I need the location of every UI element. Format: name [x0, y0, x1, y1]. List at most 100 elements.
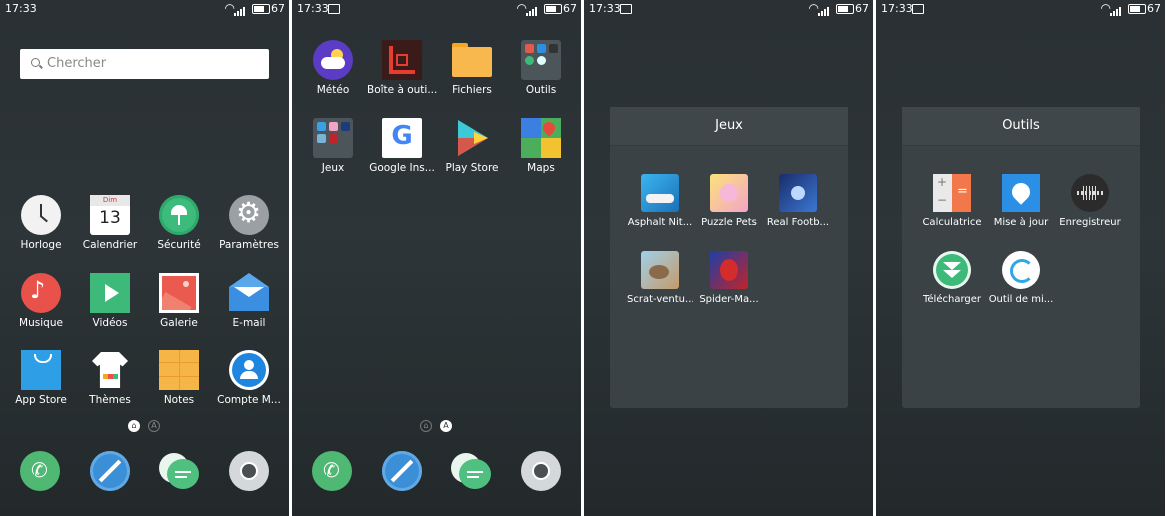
app-label: Jeux [321, 162, 345, 174]
app-fichiers[interactable]: Fichiers [437, 40, 507, 96]
gallery-icon [159, 273, 199, 313]
phone-icon[interactable]: ✆ [20, 451, 60, 491]
app-notes[interactable]: Notes [144, 350, 214, 406]
app-label: Thèmes [89, 394, 131, 406]
app-videos[interactable]: Vidéos [75, 273, 145, 329]
app-label: Calculatrice [922, 217, 982, 228]
search-bar[interactable]: Chercher [20, 49, 269, 79]
folder-title[interactable]: Jeux [610, 107, 848, 146]
folder-popup: Jeux Asphalt Nit... Puzzle Pets Real Foo… [610, 107, 848, 408]
migration-tool-icon [1002, 251, 1040, 289]
app-scrat[interactable]: Scrat-ventu... [627, 251, 693, 305]
camera-icon[interactable] [229, 451, 269, 491]
app-label: Paramètres [219, 239, 279, 251]
signal-icon [818, 3, 830, 16]
folder-preview-icon [313, 118, 353, 158]
app-spider-man[interactable]: Spider-Ma... [696, 251, 762, 305]
app-label: Sécurité [157, 239, 201, 251]
outils-folder-panel: 17:33 ◠ 67 Outils + − = Calculatrice Mis… [876, 0, 1165, 516]
app-label: Play Store [445, 162, 499, 174]
app-galerie[interactable]: Galerie [144, 273, 214, 329]
status-time: 17:33 [5, 2, 37, 15]
music-icon: ♪ [21, 273, 61, 313]
app-label: Enregistreur [1059, 217, 1121, 228]
battery-percent: 67 [271, 2, 285, 15]
app-label: Vidéos [92, 317, 128, 329]
status-bar: 17:33 ◠ 67 [0, 0, 289, 18]
app-calendrier[interactable]: Dim 13 Calendrier [75, 195, 145, 251]
battery-icon [544, 4, 562, 14]
app-real-football[interactable]: Real Footb... [765, 174, 831, 228]
app-outil-de-migration[interactable]: Outil de mi... [988, 251, 1054, 305]
signal-icon [234, 3, 246, 16]
status-bar: 17:33 ◠ 67 [876, 0, 1165, 18]
app-google-installer[interactable]: G Google Ins... [367, 118, 437, 174]
app-horloge[interactable]: Horloge [6, 195, 76, 251]
apps-screen-panel: 17:33 ◠ 67 Météo Boîte à outi... Fichier… [292, 0, 581, 516]
app-app-store[interactable]: App Store [6, 350, 76, 406]
app-label: E-mail [232, 317, 266, 329]
phone-icon[interactable]: ✆ [312, 451, 352, 491]
app-mise-a-jour[interactable]: Mise à jour [988, 174, 1054, 228]
update-icon [1002, 174, 1040, 212]
chat-icon[interactable] [159, 451, 199, 491]
app-boite-a-outils[interactable]: Boîte à outi... [367, 40, 437, 96]
app-musique[interactable]: ♪ Musique [6, 273, 76, 329]
app-enregistreur[interactable]: Enregistreur [1057, 174, 1123, 228]
app-asphalt[interactable]: Asphalt Nit... [627, 174, 693, 228]
app-label: Météo [316, 84, 350, 96]
image-notification-icon [620, 4, 632, 14]
racing-game-icon [641, 174, 679, 212]
battery-icon [1128, 4, 1146, 14]
home-screen-panel: 17:33 ◠ 67 Chercher Horloge Dim 13 Calen… [0, 0, 289, 516]
calendar-day: Dim [90, 195, 130, 206]
app-label: Real Footb... [766, 217, 830, 228]
apps-page-indicator[interactable]: A [440, 420, 452, 432]
compass-icon[interactable] [90, 451, 130, 491]
folder-outils[interactable]: Outils [506, 40, 576, 96]
app-meteo[interactable]: Météo [298, 40, 368, 96]
account-icon [229, 350, 269, 390]
signal-icon [526, 3, 538, 16]
battery-percent: 67 [855, 2, 869, 15]
camera-icon[interactable] [521, 451, 561, 491]
shopping-bag-icon [21, 350, 61, 390]
status-time: 17:33 [297, 2, 329, 15]
app-compte[interactable]: Compte M... [214, 350, 284, 406]
app-label: Notes [163, 394, 195, 406]
google-icon: G [382, 118, 422, 158]
notes-icon [159, 350, 199, 390]
signal-icon [1110, 3, 1122, 16]
folder-popup: Outils + − = Calculatrice Mise à jour En… [902, 107, 1140, 408]
folder-title[interactable]: Outils [902, 107, 1140, 146]
weather-icon [313, 40, 353, 80]
home-page-indicator[interactable]: ⌂ [420, 420, 432, 432]
app-play-store[interactable]: Play Store [437, 118, 507, 174]
jeux-folder-panel: 17:33 ◠ 67 Jeux Asphalt Nit... Puzzle Pe… [584, 0, 873, 516]
app-calculatrice[interactable]: + − = Calculatrice [919, 174, 985, 228]
calculator-icon: + − = [933, 174, 971, 212]
app-securite[interactable]: Sécurité [144, 195, 214, 251]
chat-icon[interactable] [451, 451, 491, 491]
app-maps[interactable]: Maps [506, 118, 576, 174]
image-notification-icon [328, 4, 340, 14]
app-label: Maps [527, 162, 555, 174]
calendar-date: 13 [99, 208, 121, 228]
app-label: Outil de mi... [988, 294, 1054, 305]
app-label: Asphalt Nit... [627, 217, 693, 228]
apps-page-indicator[interactable]: A [148, 420, 160, 432]
app-telecharger[interactable]: Télécharger [919, 251, 985, 305]
mail-icon [229, 273, 269, 313]
folder-jeux[interactable]: Jeux [298, 118, 368, 174]
app-parametres[interactable]: ⚙ Paramètres [214, 195, 284, 251]
compass-icon[interactable] [382, 451, 422, 491]
home-page-indicator[interactable]: ⌂ [128, 420, 140, 432]
app-label: Spider-Ma... [699, 294, 759, 305]
spider-man-icon [710, 251, 748, 289]
folder-icon [452, 40, 492, 80]
video-play-icon [90, 273, 130, 313]
app-email[interactable]: E-mail [214, 273, 284, 329]
search-icon [31, 58, 40, 67]
app-themes[interactable]: Thèmes [75, 350, 145, 406]
app-puzzle-pets[interactable]: Puzzle Pets [696, 174, 762, 228]
